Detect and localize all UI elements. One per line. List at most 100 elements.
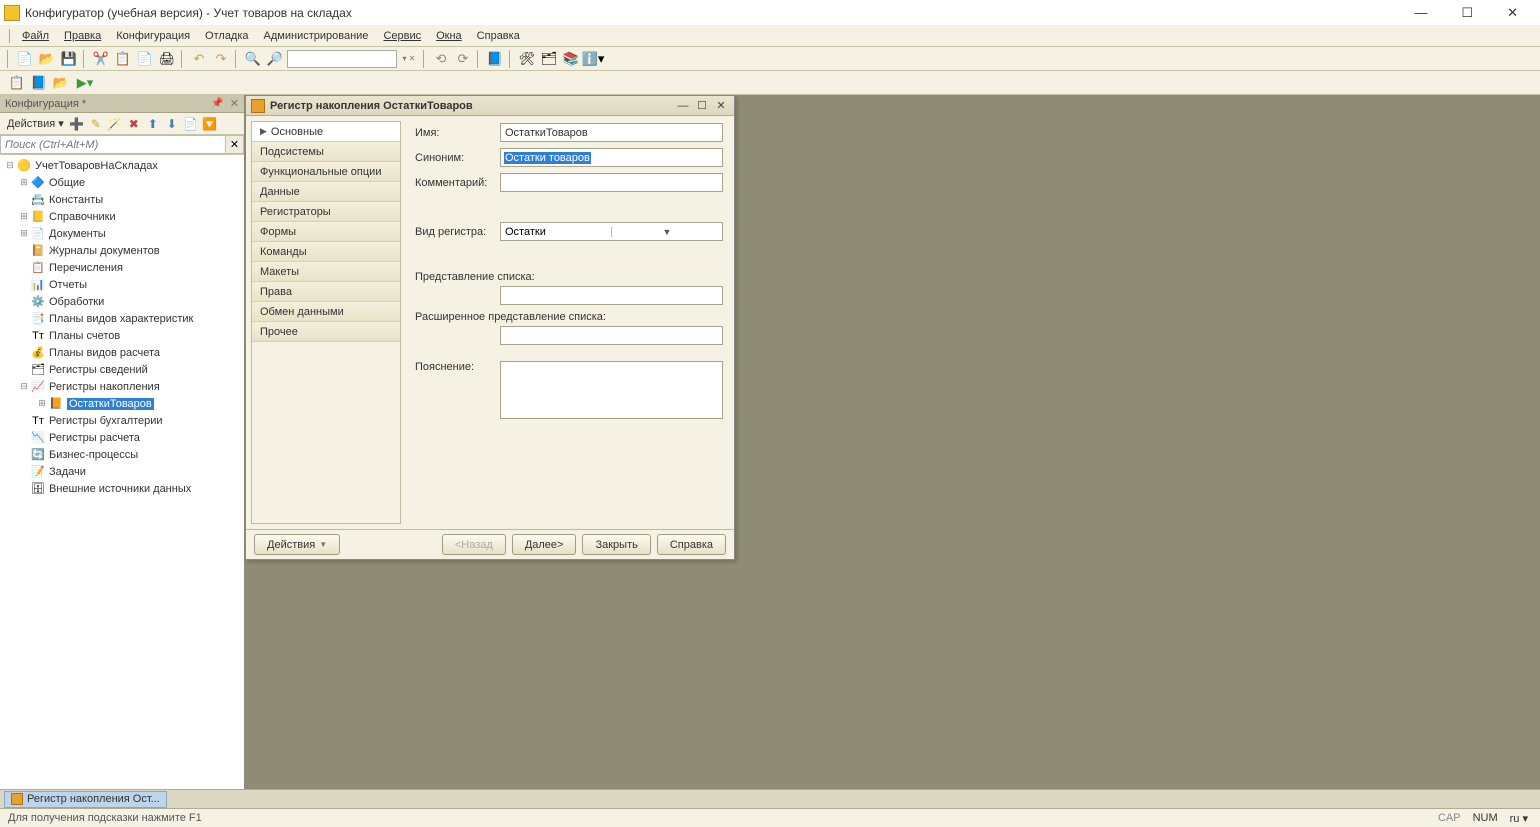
- search-dropdown-icon[interactable]: ▾ ✕: [399, 49, 419, 69]
- tree-item[interactable]: ТтРегистры бухгалтерии: [0, 412, 244, 429]
- print-icon[interactable]: 🖨: [157, 49, 177, 69]
- tab-forms[interactable]: Формы: [252, 222, 400, 242]
- delete-icon[interactable]: ✖: [125, 115, 143, 133]
- find-next-icon[interactable]: 🔎: [265, 49, 285, 69]
- nav-back-icon[interactable]: ⟲: [431, 49, 451, 69]
- status-lang[interactable]: ru ▾: [1506, 812, 1532, 825]
- tb2-icon-2[interactable]: 📘: [29, 73, 49, 93]
- tree-item[interactable]: 🗄Внешние источники данных: [0, 480, 244, 497]
- move-up-icon[interactable]: ⬆: [144, 115, 162, 133]
- menu-configuration[interactable]: Конфигурация: [110, 28, 196, 44]
- cut-icon[interactable]: ✂️: [91, 49, 111, 69]
- config-actions-menu[interactable]: Действия ▾: [4, 117, 67, 130]
- close-button-dialog[interactable]: Закрыть: [582, 534, 650, 555]
- tab-rights[interactable]: Права: [252, 282, 400, 302]
- config-search-input[interactable]: [0, 135, 226, 154]
- list-repr-input[interactable]: [500, 286, 723, 305]
- tree-item[interactable]: ⊞🔷Общие: [0, 174, 244, 191]
- help-button[interactable]: Справка: [657, 534, 726, 555]
- tab-registrators[interactable]: Регистраторы: [252, 202, 400, 222]
- explanation-input[interactable]: [500, 361, 723, 419]
- tree-item[interactable]: 📋Перечисления: [0, 259, 244, 276]
- panel-close-icon[interactable]: ✕: [230, 97, 239, 110]
- menu-file[interactable]: Файл: [16, 28, 55, 44]
- maximize-button[interactable]: ☐: [1453, 3, 1481, 23]
- tree-item[interactable]: 📉Регистры расчета: [0, 429, 244, 446]
- tab-exchange[interactable]: Обмен данными: [252, 302, 400, 322]
- edit-icon[interactable]: ✎: [87, 115, 105, 133]
- menu-admin[interactable]: Администрирование: [258, 28, 375, 44]
- tree-root[interactable]: ⊟ 🟡 УчетТоваровНаСкладах: [0, 157, 244, 174]
- debug-run-icon[interactable]: 🛠: [517, 49, 537, 69]
- menu-bar: Файл Правка Конфигурация Отладка Админис…: [0, 25, 1540, 47]
- debug-stop-icon[interactable]: 📚: [561, 49, 581, 69]
- tree-item-child[interactable]: ⊞📙ОстаткиТоваров: [0, 395, 244, 412]
- ext-list-repr-input[interactable]: [500, 326, 723, 345]
- child-minimize-button[interactable]: —: [675, 99, 691, 113]
- reg-type-combo[interactable]: Остатки ▼: [500, 222, 723, 241]
- name-input[interactable]: [500, 123, 723, 142]
- child-close-button[interactable]: ✕: [713, 99, 729, 113]
- info-icon[interactable]: ℹ️▾: [583, 49, 603, 69]
- tab-main[interactable]: ▶Основные: [252, 122, 400, 142]
- new-icon[interactable]: 📄: [15, 49, 35, 69]
- paste-icon[interactable]: 📄: [135, 49, 155, 69]
- child-window-titlebar[interactable]: Регистр накопления ОстаткиТоваров — ☐ ✕: [246, 96, 734, 116]
- tree-item[interactable]: 📑Планы видов характеристик: [0, 310, 244, 327]
- tab-templates[interactable]: Макеты: [252, 262, 400, 282]
- debug-step-icon[interactable]: 🗂: [539, 49, 559, 69]
- tree-item[interactable]: 📝Задачи: [0, 463, 244, 480]
- close-button[interactable]: ✕: [1499, 3, 1526, 23]
- sort-icon[interactable]: 📄: [182, 115, 200, 133]
- tree-item[interactable]: ТтПланы счетов: [0, 327, 244, 344]
- tree-item[interactable]: ⊟📈Регистры накопления: [0, 378, 244, 395]
- tb2-icon-1[interactable]: 📋: [7, 73, 27, 93]
- menu-windows[interactable]: Окна: [430, 28, 468, 44]
- tab-data[interactable]: Данные: [252, 182, 400, 202]
- wand-icon[interactable]: 🪄: [106, 115, 124, 133]
- synonym-input[interactable]: Остатки товаров: [500, 148, 723, 167]
- window-tab-register[interactable]: Регистр накопления Ост...: [4, 791, 167, 808]
- config-search-clear-icon[interactable]: ✕: [226, 135, 244, 154]
- tree-item[interactable]: 🔄Бизнес-процессы: [0, 446, 244, 463]
- tb2-run-icon[interactable]: ▶▾: [75, 73, 95, 93]
- minimize-button[interactable]: —: [1406, 3, 1435, 23]
- menu-service[interactable]: Сервис: [377, 28, 427, 44]
- tab-commands[interactable]: Команды: [252, 242, 400, 262]
- nav-fwd-icon[interactable]: ⟳: [453, 49, 473, 69]
- save-icon[interactable]: 💾: [59, 49, 79, 69]
- tab-subsystems[interactable]: Подсистемы: [252, 142, 400, 162]
- dropdown-icon[interactable]: ▼: [611, 227, 722, 237]
- tree-item[interactable]: 🗂Регистры сведений: [0, 361, 244, 378]
- comment-input[interactable]: [500, 173, 723, 192]
- tree-item[interactable]: 📇Константы: [0, 191, 244, 208]
- copy-icon[interactable]: 📋: [113, 49, 133, 69]
- menu-edit[interactable]: Правка: [58, 28, 107, 44]
- config-tree[interactable]: ⊟ 🟡 УчетТоваровНаСкладах ⊞🔷Общие📇Констан…: [0, 155, 244, 789]
- tab-other[interactable]: Прочее: [252, 322, 400, 342]
- filter-icon[interactable]: 🔽: [201, 115, 219, 133]
- pin-icon[interactable]: 📌: [211, 98, 223, 109]
- tree-item[interactable]: ⊞📒Справочники: [0, 208, 244, 225]
- move-down-icon[interactable]: ⬇: [163, 115, 181, 133]
- redo-icon[interactable]: ↷: [211, 49, 231, 69]
- child-maximize-button[interactable]: ☐: [694, 99, 710, 113]
- tree-item[interactable]: ⚙️Обработки: [0, 293, 244, 310]
- tree-item[interactable]: 📊Отчеты: [0, 276, 244, 293]
- tab-functional-options[interactable]: Функциональные опции: [252, 162, 400, 182]
- tree-item[interactable]: 💰Планы видов расчета: [0, 344, 244, 361]
- menu-debug[interactable]: Отладка: [199, 28, 254, 44]
- tb2-icon-3[interactable]: 📂: [51, 73, 71, 93]
- open-icon[interactable]: 📂: [37, 49, 57, 69]
- next-button[interactable]: Далее>: [512, 534, 577, 555]
- add-icon[interactable]: ➕: [68, 115, 86, 133]
- tree-item[interactable]: 📔Журналы документов: [0, 242, 244, 259]
- actions-button[interactable]: Действия▼: [254, 534, 340, 555]
- tree-item[interactable]: ⊞📄Документы: [0, 225, 244, 242]
- undo-icon[interactable]: ↶: [189, 49, 209, 69]
- find-icon[interactable]: 🔍: [243, 49, 263, 69]
- menu-help[interactable]: Справка: [471, 28, 526, 44]
- syntax-icon[interactable]: 📘: [485, 49, 505, 69]
- back-button[interactable]: <Назад: [442, 534, 506, 555]
- toolbar-search-input[interactable]: [287, 50, 397, 68]
